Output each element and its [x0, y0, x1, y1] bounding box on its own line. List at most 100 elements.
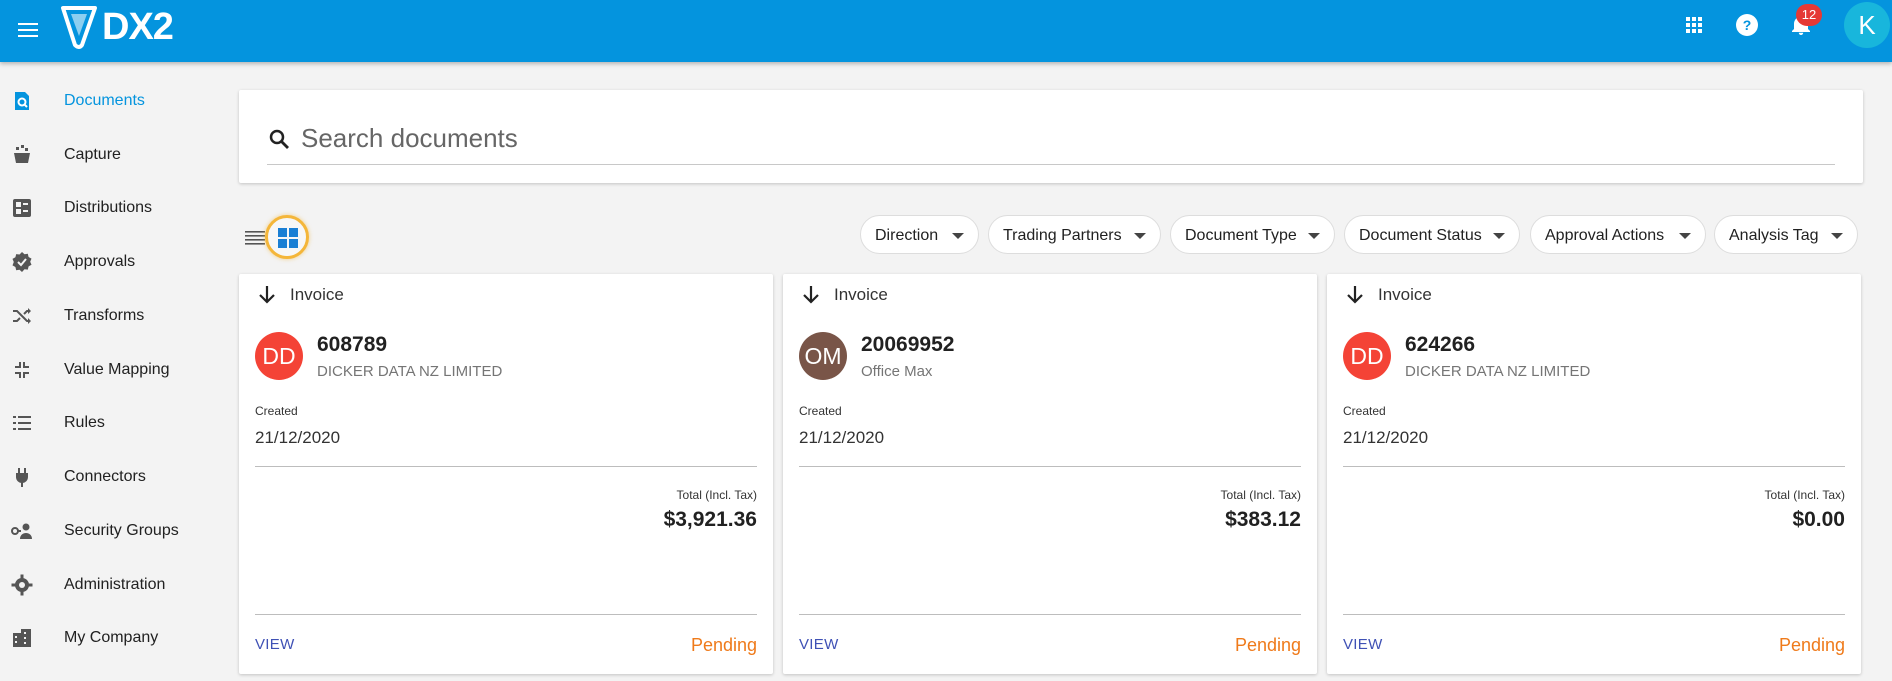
filter-trading-partners[interactable]: Trading Partners	[988, 215, 1161, 254]
partner-name: Office Max	[861, 363, 933, 380]
filter-direction[interactable]: Direction	[860, 215, 979, 254]
total-value: $383.12	[1225, 508, 1301, 531]
sidebar-item-capture[interactable]: Capture	[0, 135, 220, 175]
list-view-icon[interactable]	[244, 226, 266, 248]
arrow-down-icon	[259, 286, 275, 304]
created-label: Created	[255, 404, 298, 418]
app-name: DX2	[102, 5, 174, 48]
partner-avatar: DD	[1343, 332, 1391, 380]
sidebar-item-label: Connectors	[64, 468, 146, 485]
document-card[interactable]: Invoice DD 624266 DICKER DATA NZ LIMITED…	[1327, 274, 1861, 674]
sidebar-item-security-groups[interactable]: Security Groups	[0, 511, 220, 551]
filter-label: Trading Partners	[1003, 227, 1122, 244]
sidebar-item-value-mapping[interactable]: Value Mapping	[0, 350, 220, 390]
filter-approval-actions[interactable]: Approval Actions	[1530, 215, 1706, 254]
sidebar-item-documents[interactable]: Documents	[0, 81, 220, 121]
partner-name: DICKER DATA NZ LIMITED	[1405, 363, 1591, 380]
notification-count-badge: 12	[1796, 4, 1822, 26]
sidebar-item-label: Approvals	[64, 253, 136, 270]
arrow-down-icon	[1347, 286, 1363, 304]
created-date: 21/12/2020	[799, 428, 885, 447]
apps-grid-icon[interactable]	[1682, 13, 1706, 37]
partner-avatar: DD	[255, 332, 303, 380]
grid-view-toggle[interactable]	[265, 215, 309, 259]
sidebar-item-label: Distributions	[64, 199, 153, 216]
shuffle-icon	[13, 308, 31, 324]
security-groups-icon	[11, 523, 32, 539]
status-label: Pending	[1778, 635, 1845, 655]
distributions-icon	[13, 199, 31, 217]
sidebar-item-label: Capture	[64, 146, 121, 163]
divider	[255, 614, 757, 615]
document-number: 608789	[317, 333, 388, 356]
view-button[interactable]: VIEW	[255, 636, 295, 653]
sidebar-item-label: Documents	[64, 92, 145, 109]
sidebar-item-label: My Company	[64, 629, 159, 646]
sidebar-item-my-company[interactable]: My Company	[0, 618, 220, 658]
building-icon	[13, 629, 31, 647]
status-label: Pending	[1234, 635, 1301, 655]
filter-analysis-tag[interactable]: Analysis Tag	[1714, 215, 1858, 254]
sidebar-item-distributions[interactable]: Distributions	[0, 188, 220, 228]
sidebar: Documents Capture Distributions Approval…	[0, 62, 220, 681]
document-type: Invoice	[1378, 285, 1432, 304]
created-date: 21/12/2020	[255, 428, 341, 447]
user-avatar[interactable]: K	[1844, 2, 1890, 48]
search-underline	[267, 164, 1835, 165]
view-button[interactable]: VIEW	[1343, 636, 1383, 653]
top-app-bar: DX2 ? 12 K	[0, 0, 1892, 62]
sidebar-item-label: Security Groups	[64, 522, 179, 539]
total-label: Total (Incl. Tax)	[1220, 488, 1301, 502]
total-value: $0.00	[1792, 508, 1845, 531]
filter-document-status[interactable]: Document Status	[1344, 215, 1520, 254]
chevron-down-icon	[952, 233, 964, 239]
plug-icon	[16, 468, 28, 487]
list-icon	[13, 416, 31, 430]
document-number: 624266	[1405, 333, 1476, 356]
divider	[799, 466, 1301, 467]
sidebar-item-label: Rules	[64, 414, 105, 431]
hamburger-icon[interactable]	[16, 18, 40, 42]
gear-icon	[11, 574, 33, 596]
partner-avatar: OM	[799, 332, 847, 380]
document-number: 20069952	[861, 333, 955, 356]
sidebar-item-rules[interactable]: Rules	[0, 403, 220, 443]
filter-label: Direction	[875, 227, 939, 244]
chevron-down-icon	[1679, 233, 1691, 239]
document-search-icon	[15, 92, 29, 110]
search-input[interactable]	[301, 120, 1601, 156]
sidebar-item-label: Value Mapping	[64, 361, 170, 378]
partner-name: DICKER DATA NZ LIMITED	[317, 363, 503, 380]
total-label: Total (Incl. Tax)	[1764, 488, 1845, 502]
sidebar-item-approvals[interactable]: Approvals	[0, 242, 220, 282]
document-card[interactable]: Invoice DD 608789 DICKER DATA NZ LIMITED…	[239, 274, 773, 674]
search-panel	[239, 90, 1863, 183]
sidebar-item-connectors[interactable]: Connectors	[0, 457, 220, 497]
total-label: Total (Incl. Tax)	[676, 488, 757, 502]
divider	[255, 466, 757, 467]
filter-document-type[interactable]: Document Type	[1170, 215, 1335, 254]
total-value: $3,921.36	[663, 508, 757, 531]
sidebar-item-transforms[interactable]: Transforms	[0, 296, 220, 336]
search-icon	[269, 129, 289, 149]
created-label: Created	[799, 404, 842, 418]
capture-icon	[14, 145, 30, 163]
divider	[799, 614, 1301, 615]
chevron-down-icon	[1308, 233, 1320, 239]
dx2-logo-icon	[61, 6, 97, 49]
svg-text:?: ?	[1743, 17, 1752, 33]
app-logo[interactable]: DX2	[60, 2, 174, 52]
sidebar-item-label: Transforms	[64, 307, 145, 324]
approval-badge-icon	[12, 252, 32, 272]
status-label: Pending	[690, 635, 757, 655]
sidebar-item-administration[interactable]: Administration	[0, 565, 220, 605]
help-icon[interactable]: ?	[1735, 13, 1759, 37]
divider	[1343, 614, 1845, 615]
view-button[interactable]: VIEW	[799, 636, 839, 653]
created-label: Created	[1343, 404, 1386, 418]
chevron-down-icon	[1831, 233, 1843, 239]
chevron-down-icon	[1493, 233, 1505, 239]
filter-label: Document Type	[1185, 227, 1297, 244]
filter-label: Approval Actions	[1545, 227, 1665, 244]
document-card[interactable]: Invoice OM 20069952 Office Max Created 2…	[783, 274, 1317, 674]
